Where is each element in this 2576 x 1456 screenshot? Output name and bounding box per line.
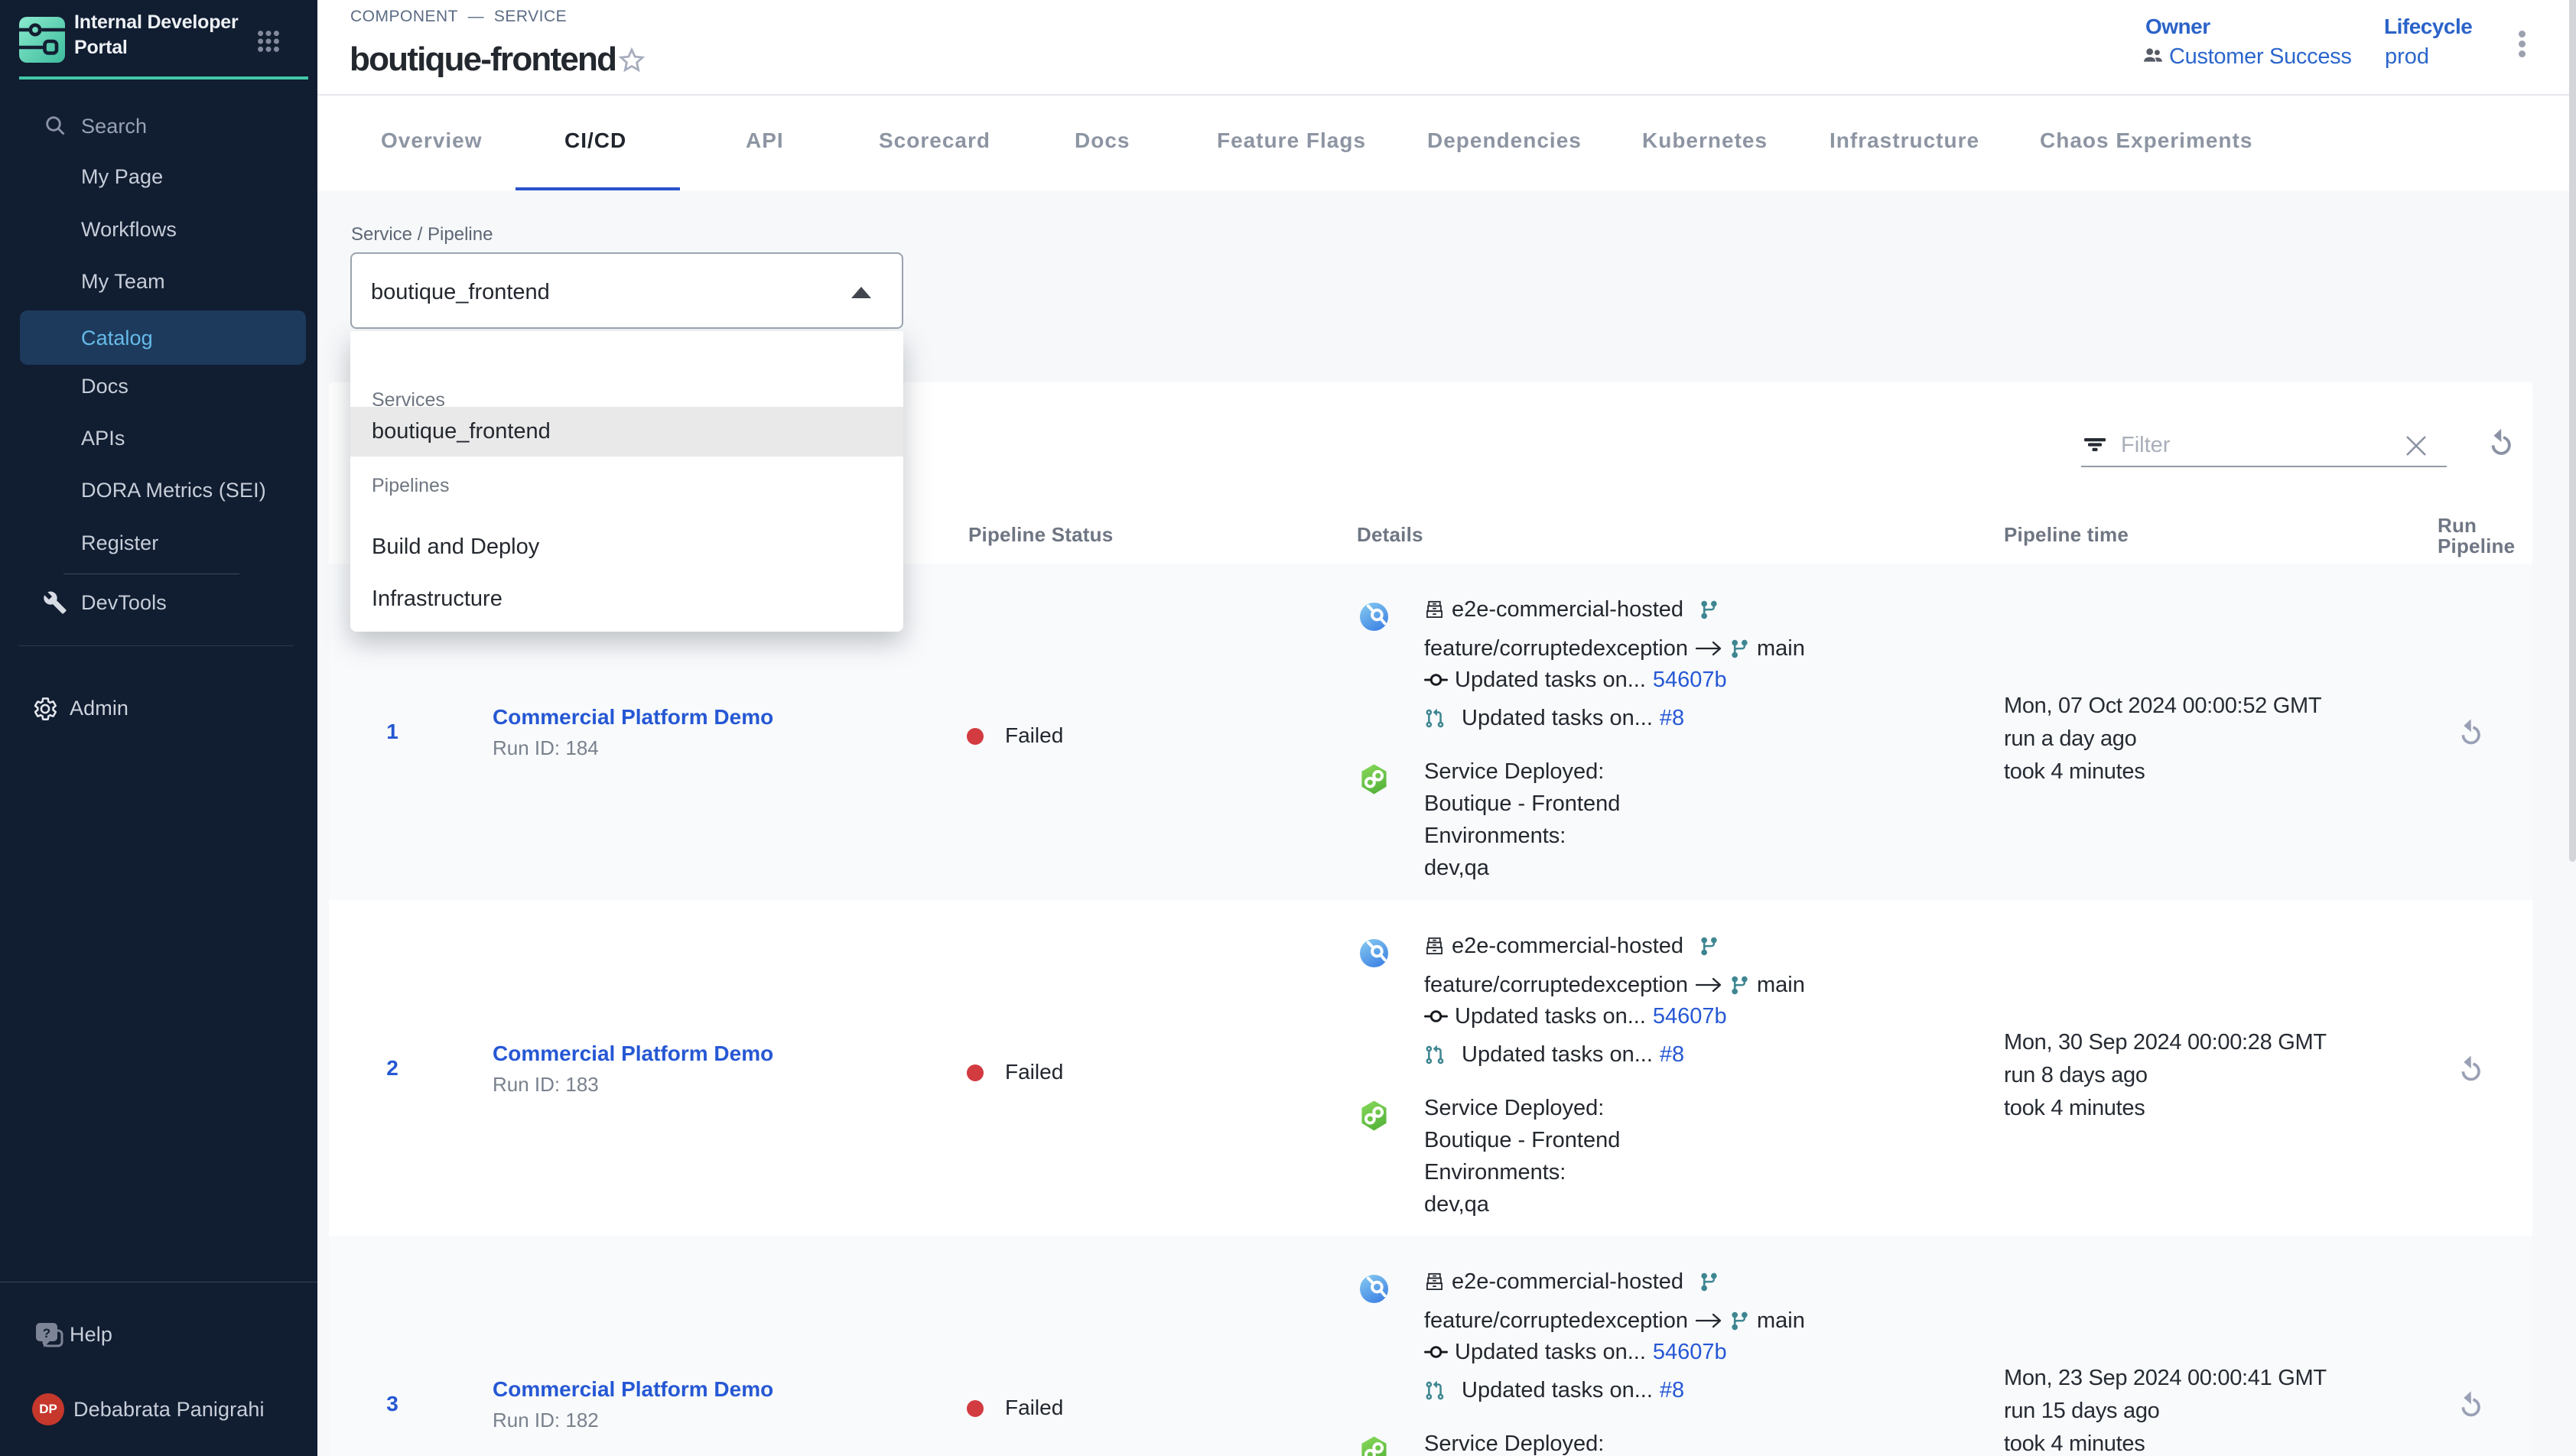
svg-text:?: ? bbox=[43, 1326, 50, 1341]
